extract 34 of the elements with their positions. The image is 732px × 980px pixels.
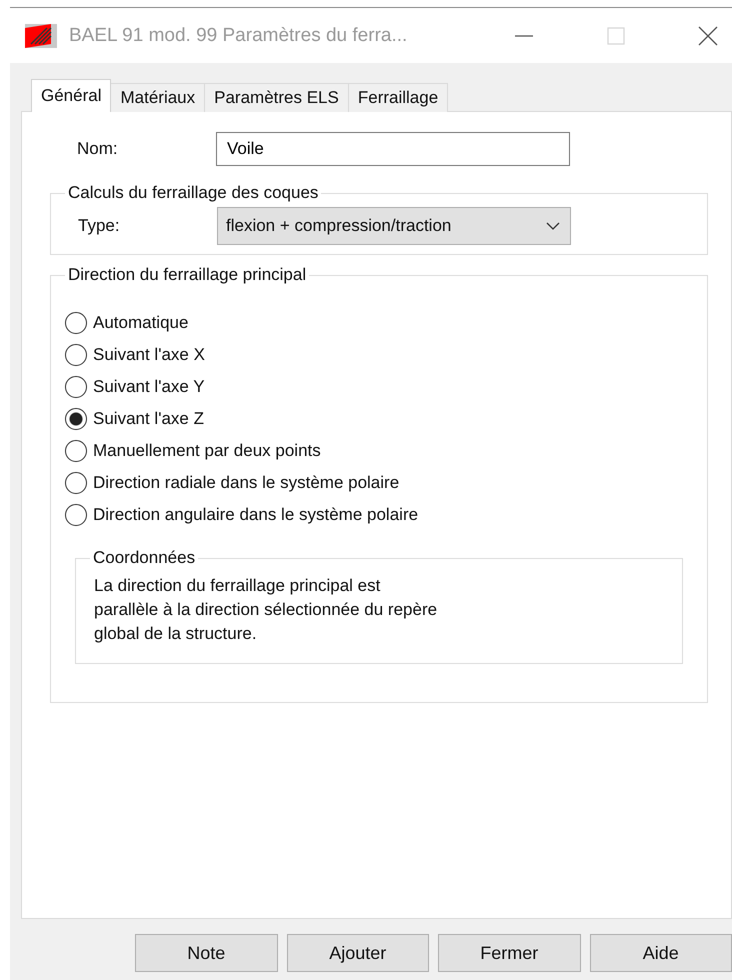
radio-button[interactable]: [65, 376, 87, 398]
group-title: Coordonnées: [92, 548, 196, 568]
group-title: Calculs du ferraillage des coques: [67, 183, 320, 203]
tab[interactable]: Ferraillage: [348, 83, 448, 112]
type-label: Type:: [78, 216, 121, 236]
type-dropdown[interactable]: flexion + compression/traction: [217, 207, 571, 245]
tab[interactable]: Général: [31, 79, 112, 112]
description-text: La direction du ferraillage principal est parallèle à la direction sélectionnée du repère global de la structure.: [94, 575, 438, 645]
radio-option[interactable]: Direction angulaire dans le système polaire: [65, 504, 707, 526]
caret-icon: [546, 222, 560, 230]
radio-option[interactable]: Suivant l'axe X: [65, 344, 707, 366]
dialog-button[interactable]: Note: [135, 934, 278, 972]
radio-button[interactable]: [65, 472, 87, 494]
dialog-button[interactable]: Fermer: [438, 934, 580, 972]
app-icon: [25, 24, 57, 48]
group-title: Direction du ferraillage principal: [67, 265, 308, 285]
name-label: Nom:: [77, 139, 119, 159]
radio-option[interactable]: Automatique: [65, 312, 707, 334]
close-icon[interactable]: [698, 26, 718, 46]
dialog-button[interactable]: Aide: [590, 934, 732, 972]
radio-button[interactable]: [65, 440, 87, 462]
radio-button[interactable]: [65, 504, 87, 526]
dialog-button[interactable]: Ajouter: [286, 934, 429, 972]
radio-button[interactable]: [65, 408, 87, 430]
radio-option[interactable]: Manuellement par deux points: [65, 440, 707, 462]
radio-option[interactable]: Suivant l'axe Y: [65, 376, 707, 398]
tab[interactable]: Paramètres ELS: [204, 83, 349, 112]
radio-option[interactable]: Suivant l'axe Z: [65, 408, 707, 430]
window-title: BAEL 91 mod. 99 Paramètres du ferra...: [69, 24, 408, 46]
name-field[interactable]: Voile: [216, 132, 570, 166]
radio-button[interactable]: [65, 344, 87, 366]
tab[interactable]: Matériaux: [110, 83, 206, 112]
radio-button[interactable]: [65, 312, 87, 334]
radio-option[interactable]: Direction radiale dans le système polaire: [65, 472, 707, 494]
